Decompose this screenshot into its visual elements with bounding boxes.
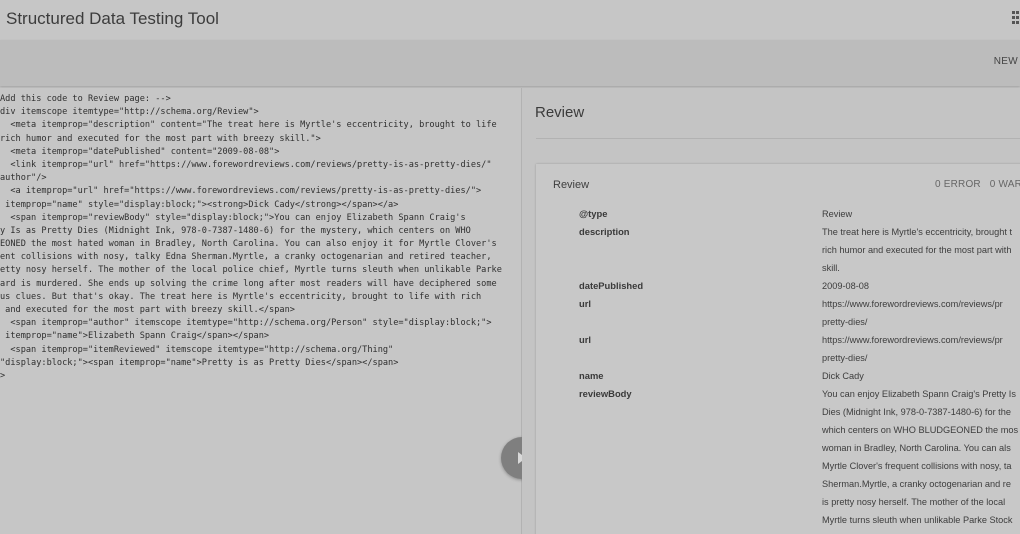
- property-row: name Dick Cady: [536, 367, 1020, 385]
- property-value-line: Sherman.Myrtle, a cranky octogenarian an…: [822, 479, 1011, 489]
- property-row: url https://www.forewordreviews.com/revie…: [536, 331, 1020, 367]
- code-line: <meta itemprop="description" content="Th…: [0, 120, 497, 131]
- review-result-card[interactable]: Review 0 ERROR 0 WAR @type Review descript…: [536, 164, 1020, 534]
- property-name: name: [579, 370, 604, 381]
- property-row: @type Review: [536, 205, 1020, 223]
- code-line: Add this code to Review page: -->: [0, 94, 171, 104]
- property-value-line: Review: [822, 209, 853, 219]
- property-list: @type Review description The treat here is …: [536, 205, 1020, 529]
- property-value-line: pretty-dies/: [822, 353, 868, 363]
- property-value-line: which centers on WHO BLUDGEONED the mos: [822, 425, 1019, 435]
- card-title: Review: [553, 179, 590, 191]
- error-count: 0 ERROR: [935, 179, 981, 190]
- property-value-line: rich humor and executed for the most par…: [822, 245, 1012, 255]
- property-value-line: is pretty nosy herself. The mother of th…: [822, 497, 1006, 507]
- code-line: y Is as Pretty Dies (Midnight Ink, 978-0…: [0, 225, 471, 236]
- code-line: us clues. But that's okay. The treat her…: [0, 291, 482, 302]
- property-value-line: The treat here is Myrtle's eccentricity,…: [822, 227, 1012, 237]
- property-value: Review: [822, 205, 852, 223]
- code-line: etty nosy herself. The mother of the loc…: [0, 265, 502, 276]
- property-value: 2009-08-08: [822, 277, 869, 295]
- property-name: url: [579, 334, 591, 345]
- property-value-line: Myrtle Clover's frequent collisions with…: [822, 461, 1012, 471]
- new-test-button[interactable]: NEW: [994, 56, 1018, 67]
- property-name: reviewBody: [579, 388, 632, 399]
- code-line: EONED the most hated woman in Bradley, N…: [0, 239, 497, 250]
- apps-grid-icon[interactable]: [1012, 11, 1020, 25]
- error-warning-counts: 0 ERROR 0 WAR: [935, 179, 1020, 190]
- code-line: and executed for the most part with bree…: [0, 305, 295, 315]
- property-value: You can enjoy Elizabeth Spann Craig's Pr…: [822, 385, 1018, 529]
- property-name: url: [579, 298, 591, 309]
- property-row: datePublished 2009-08-08: [536, 277, 1020, 295]
- code-line: rich humor and executed for the most par…: [0, 133, 321, 144]
- property-name: datePublished: [579, 280, 644, 291]
- code-line: <meta itemprop="datePublished" content="…: [0, 146, 280, 157]
- property-value: The treat here is Myrtle's eccentricity,…: [822, 223, 1012, 277]
- code-line: itemprop="name" style="display:block;"><…: [0, 199, 399, 210]
- code-line: ard is murdered. She ends up solving the…: [0, 278, 497, 289]
- property-value-line: You can enjoy Elizabeth Spann Craig's Pr…: [822, 389, 1016, 399]
- property-value-line: 2009-08-08: [822, 281, 869, 291]
- code-line: <link itemprop="url" href="https://www.f…: [0, 159, 492, 170]
- code-line: <span itemprop="itemReviewed" itemscope …: [0, 344, 394, 355]
- property-value: https://www.forewordreviews.com/reviews/…: [822, 331, 1003, 367]
- results-header[interactable]: Review: [535, 104, 584, 121]
- property-value-line: woman in Bradley, North Carolina. You ca…: [822, 443, 1011, 453]
- property-name: description: [579, 226, 630, 237]
- property-value-line: Dick Cady: [822, 371, 864, 381]
- code-line: author"/>: [0, 173, 47, 184]
- results-panel: Review Review 0 ERROR 0 WAR @type Review d…: [522, 88, 1020, 534]
- property-value: https://www.forewordreviews.com/reviews/…: [822, 295, 1003, 331]
- code-line: <span itemprop="reviewBody" style="displ…: [0, 212, 466, 223]
- app-title: Structured Data Testing Tool: [6, 9, 219, 28]
- code-line: "display:block;"><span itemprop="name">P…: [0, 357, 399, 368]
- code-line: <span itemprop="author" itemscope itemty…: [0, 318, 492, 329]
- property-value-line: pretty-dies/: [822, 317, 868, 327]
- code-line: ent collisions with nosy, talky Edna She…: [0, 252, 492, 263]
- toolbar: NEW: [0, 40, 1020, 86]
- warning-count: 0 WAR: [989, 179, 1020, 190]
- code-line: itemprop="name">Elizabeth Spann Craig</s…: [0, 331, 270, 342]
- code-input-panel[interactable]: Add this code to Review page: --> div ite…: [0, 88, 522, 534]
- property-value-line: Myrtle turns sleuth when unlikable Parke…: [822, 515, 1013, 525]
- property-row: url https://www.forewordreviews.com/revie…: [536, 295, 1020, 331]
- property-row: reviewBody You can enjoy Elizabeth Spann …: [536, 385, 1020, 529]
- code-line: <a itemprop="url" href="https://www.fore…: [0, 186, 482, 197]
- results-divider: [536, 138, 1020, 139]
- property-value-line: skill.: [822, 263, 840, 273]
- property-value-line: https://www.forewordreviews.com/reviews/…: [822, 299, 1003, 309]
- property-value-line: Dies (Midnight Ink, 978-0-7387-1480-6) f…: [822, 407, 1011, 417]
- code-line: div itemscope itemtype="http://schema.or…: [0, 107, 259, 118]
- app-header: Structured Data Testing Tool: [0, 0, 1020, 40]
- property-value: Dick Cady: [822, 367, 864, 385]
- property-value-line: https://www.forewordreviews.com/reviews/…: [822, 335, 1003, 345]
- code-editor[interactable]: Add this code to Review page: --> div ite…: [0, 88, 521, 383]
- property-name: @type: [579, 208, 608, 219]
- property-row: description The treat here is Myrtle's ec…: [536, 223, 1020, 277]
- code-line: >: [0, 370, 6, 381]
